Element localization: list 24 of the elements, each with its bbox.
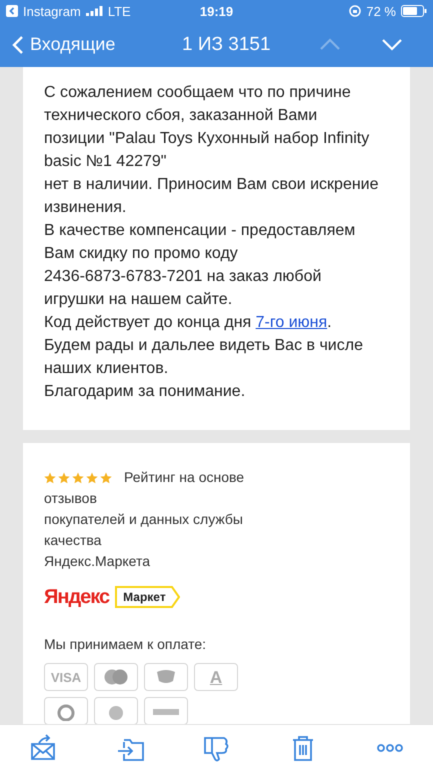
visa-logo: VISA: [44, 663, 88, 691]
mail-reply-icon[interactable]: [29, 734, 58, 762]
payment-title: Мы принимаем к оплате:: [44, 635, 208, 654]
battery-percent: 72 %: [366, 4, 396, 18]
date-link[interactable]: 7-го июня: [256, 314, 328, 331]
back-app-label[interactable]: Instagram: [23, 4, 81, 18]
brand-logo: Яндекс: [44, 586, 110, 608]
rating-text: отзывов: [44, 489, 98, 508]
message-counter: 1 ИЗ 3151: [181, 34, 272, 56]
bank-logo: A: [194, 663, 238, 691]
service-logo: Маркет: [115, 586, 180, 608]
battery-icon: [401, 5, 427, 17]
rating-text: покупателей и данных службы: [44, 510, 244, 529]
rating-text: Яндекс.Маркета: [44, 552, 152, 571]
message-text: С сожалением сообщаем что по причине технического сбоя, заказанной Вами позиции "Palau Toys Кухонный набор Infinity basic №1 42279" нет в наличии. Приносим Вам свои искрение извинения. В качестве компенсации - предоставляем Вам скидку по промо коду 2436-6873-6783-7201 на заказ любой игрушки на нашем сайте. Код действует до конца дня 7-го июня. Будем рады и дальлее видеть Вас в числе наших клиентов. Благодарим за понимание.: [44, 83, 380, 402]
rating-text: Рейтинг на основе: [124, 468, 244, 487]
rating-text: качества: [44, 531, 102, 550]
clock: 19:19: [200, 4, 234, 18]
back-button[interactable]: Входящие: [12, 34, 162, 55]
network-label: LTE: [108, 4, 131, 18]
circles-icon: [103, 669, 129, 685]
signal-icon: [86, 6, 103, 16]
back-app-icon[interactable]: [6, 5, 18, 17]
back-icon[interactable]: [12, 34, 24, 54]
